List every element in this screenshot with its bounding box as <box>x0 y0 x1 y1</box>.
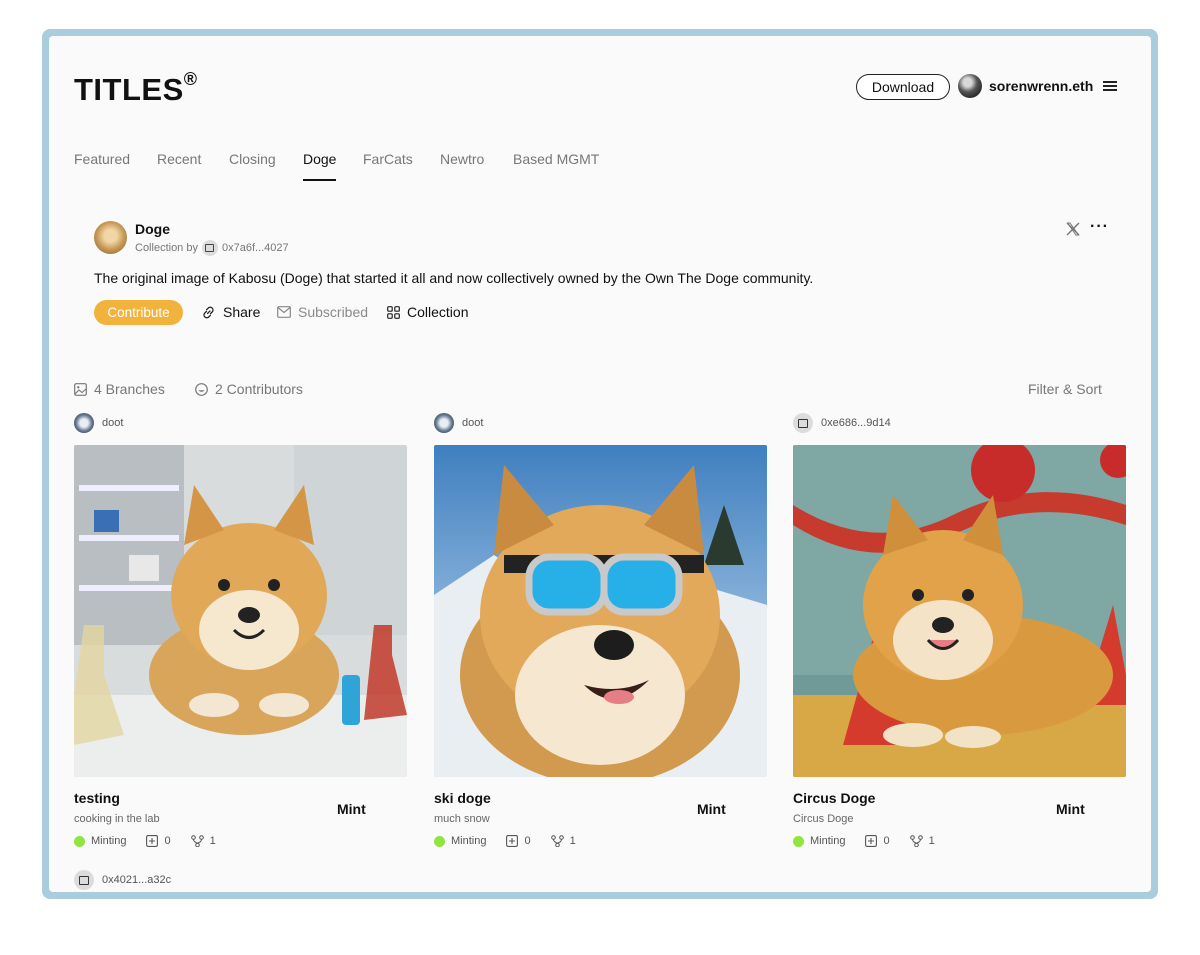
username[interactable]: sorenwrenn.eth <box>989 78 1093 94</box>
branch-icon[interactable] <box>190 835 204 847</box>
tab-featured[interactable]: Featured <box>74 151 130 181</box>
share-label: Share <box>223 304 261 320</box>
card-title[interactable]: ski doge <box>434 790 491 806</box>
tab-doge[interactable]: Doge <box>303 151 337 181</box>
card-author[interactable]: doot <box>434 413 767 433</box>
branch-card[interactable]: doot <box>434 413 767 847</box>
owner-address[interactable]: 0x7a6f...4027 <box>222 242 289 254</box>
branch-card[interactable]: 0xe686...9d14 Circus Doge Circus Doge Mi… <box>793 413 1126 847</box>
logo-text: TITLES <box>74 72 184 107</box>
plus-box-icon[interactable] <box>865 835 878 847</box>
author-name: doot <box>102 417 124 429</box>
status-dot-icon <box>793 835 804 847</box>
user-avatar[interactable] <box>958 74 982 98</box>
status-dot-icon <box>74 835 85 847</box>
branch-image[interactable] <box>74 445 407 777</box>
share-button[interactable]: Share <box>201 304 260 320</box>
mint-button[interactable]: Mint <box>337 801 366 817</box>
more-options-icon[interactable]: ··· <box>1090 218 1109 236</box>
status-dot-icon <box>434 835 445 847</box>
plus-box-icon[interactable] <box>146 835 159 847</box>
download-button[interactable]: Download <box>856 74 950 100</box>
smiley-icon <box>195 382 208 396</box>
collection-by-label: Collection by <box>135 242 198 254</box>
branches-count-card: 1 <box>569 835 576 847</box>
collection-description: The original image of Kabosu (Doge) that… <box>94 270 814 286</box>
subscribed-button[interactable]: Subscribed <box>277 304 368 320</box>
collection-button[interactable]: Collection <box>387 304 468 320</box>
mint-button[interactable]: Mint <box>697 801 726 817</box>
card-subtitle: cooking in the lab <box>74 813 160 825</box>
branches-count-card: 1 <box>928 835 935 847</box>
titles-logo[interactable]: TITLES® <box>74 68 198 108</box>
card-title[interactable]: Circus Doge <box>793 790 875 806</box>
tab-recent[interactable]: Recent <box>157 151 201 181</box>
card-author[interactable]: 0xe686...9d14 <box>793 413 1126 433</box>
branch-icon[interactable] <box>550 835 564 847</box>
card-subtitle: much snow <box>434 813 490 825</box>
wallet-icon <box>201 240 218 256</box>
card-subtitle: Circus Doge <box>793 813 854 825</box>
branch-card[interactable]: doot <box>74 413 407 847</box>
tab-based-mgmt[interactable]: Based MGMT <box>513 151 599 181</box>
hamburger-menu-icon[interactable] <box>1103 81 1117 93</box>
collection-avatar[interactable] <box>94 221 127 254</box>
card-author[interactable]: 0x4021...a32c <box>74 870 171 890</box>
author-address: 0x4021...a32c <box>102 874 172 886</box>
plus-box-icon[interactable] <box>506 835 519 847</box>
mint-button[interactable]: Mint <box>1056 801 1085 817</box>
collection-owner: Collection by 0x7a6f...4027 <box>135 240 289 256</box>
shiba-circus-illustration <box>793 445 1126 777</box>
logo-registered-mark: ® <box>183 68 198 89</box>
shiba-lab-illustration <box>74 445 407 777</box>
browser-frame: TITLES® Download sorenwrenn.eth Featured… <box>42 29 1158 899</box>
link-icon <box>203 306 214 318</box>
collection-label: Collection <box>407 304 469 320</box>
status-label: Minting <box>91 835 127 847</box>
author-avatar <box>434 413 454 433</box>
wallet-icon <box>74 870 94 890</box>
contributions-count: 0 <box>524 835 531 847</box>
app-window: TITLES® Download sorenwrenn.eth Featured… <box>49 36 1151 892</box>
collection-name[interactable]: Doge <box>135 221 170 237</box>
contribute-button[interactable]: Contribute <box>94 300 183 325</box>
grid-icon <box>387 305 400 319</box>
contributions-count: 0 <box>883 835 890 847</box>
contributors-count[interactable]: 2 Contributors <box>195 381 303 397</box>
contributors-label: 2 Contributors <box>215 381 303 397</box>
tab-closing[interactable]: Closing <box>229 151 276 181</box>
status-label: Minting <box>451 835 487 847</box>
branch-icon[interactable] <box>909 835 923 847</box>
status-label: Minting <box>810 835 846 847</box>
card-meta: Minting 0 1 <box>74 835 216 847</box>
mail-icon <box>277 306 291 318</box>
branches-label: 4 Branches <box>94 381 165 397</box>
shiba-ski-illustration <box>434 445 767 777</box>
author-avatar <box>74 413 94 433</box>
author-address: 0xe686...9d14 <box>821 417 891 429</box>
card-meta: Minting 0 1 <box>793 835 935 847</box>
card-title[interactable]: testing <box>74 790 120 806</box>
tab-newtro[interactable]: Newtro <box>440 151 484 181</box>
branch-image[interactable] <box>793 445 1126 777</box>
contributions-count: 0 <box>164 835 171 847</box>
wallet-icon <box>793 413 813 433</box>
tab-farcats[interactable]: FarCats <box>363 151 413 181</box>
author-name: doot <box>462 417 484 429</box>
card-meta: Minting 0 1 <box>434 835 576 847</box>
branches-count[interactable]: 4 Branches <box>74 381 165 397</box>
branches-count-card: 1 <box>209 835 216 847</box>
subscribed-label: Subscribed <box>298 304 369 320</box>
image-icon <box>74 382 87 396</box>
filter-sort-button[interactable]: Filter & Sort <box>1028 381 1102 397</box>
branch-image[interactable] <box>434 445 767 777</box>
card-author[interactable]: doot <box>74 413 407 433</box>
x-twitter-icon[interactable] <box>1065 221 1081 237</box>
